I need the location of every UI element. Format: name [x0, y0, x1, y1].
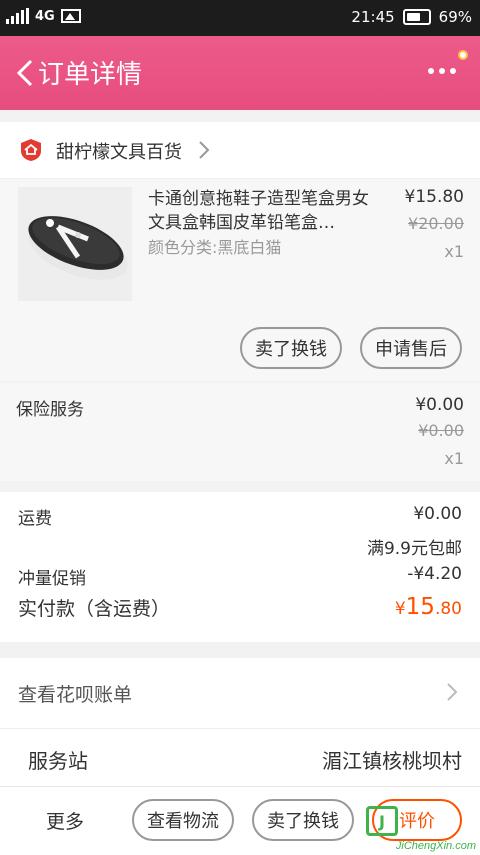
service-station-label: 服务站 — [28, 749, 88, 773]
huabei-bill-row[interactable]: 查看花呗账单 — [0, 658, 480, 728]
product-variant: 颜色分类:黑底白猫 — [148, 238, 282, 257]
huabei-bill-label: 查看花呗账单 — [18, 684, 133, 706]
watermark-text: JiChengXin.com — [395, 840, 476, 852]
total-label: 实付款（含运费） — [18, 598, 171, 620]
service-station-value: 湄江镇核桃坝村 — [322, 749, 462, 773]
battery-percent: 69% — [438, 8, 472, 26]
more-options-icon[interactable] — [428, 68, 456, 74]
shipping-label: 运费 — [18, 509, 52, 529]
order-item[interactable]: 卡通创意拖鞋子造型笔盒男女文具盒韩国皮革铅笔盒… 颜色分类:黑底白猫 ¥15.8… — [0, 179, 480, 381]
shipping-row: 运费 ¥0.00 — [18, 504, 462, 529]
more-button[interactable]: 更多 — [46, 807, 84, 834]
insurance-label: 保险服务 — [16, 400, 84, 420]
status-bar: 4G 21:45 69% — [0, 0, 480, 36]
page-title: 订单详情 — [38, 60, 143, 90]
product-original-price: ¥20.00 — [408, 214, 464, 233]
promo-row: 冲量促销 -¥4.20 — [18, 564, 462, 589]
total-row: 实付款（含运费） ¥15.80 — [18, 594, 462, 621]
watermark: J JiChengXin.com — [366, 806, 480, 854]
promo-label: 冲量促销 — [18, 569, 86, 589]
resell-button-bottom[interactable]: 卖了换钱 — [252, 799, 354, 841]
notification-dot-icon — [458, 50, 468, 60]
product-price: ¥15.80 — [404, 187, 464, 207]
view-logistics-button[interactable]: 查看物流 — [132, 799, 234, 841]
back-arrow-icon[interactable] — [14, 58, 36, 88]
product-title[interactable]: 卡通创意拖鞋子造型笔盒男女文具盒韩国皮革铅笔盒… — [148, 187, 370, 235]
resell-button[interactable]: 卖了换钱 — [240, 327, 342, 369]
insurance-row: 保险服务 ¥0.00 ¥0.00 x1 — [0, 383, 480, 481]
network-type: 4G — [35, 8, 55, 24]
chevron-right-icon — [199, 141, 210, 159]
product-thumbnail[interactable] — [18, 187, 132, 301]
shipping-value: ¥0.00 — [413, 504, 462, 524]
watermark-logo-icon: J — [366, 806, 398, 836]
product-quantity: x1 — [444, 242, 464, 261]
shop-name: 甜柠檬文具百货 — [56, 142, 182, 163]
shop-logo-icon — [21, 139, 41, 161]
promo-value: -¥4.20 — [407, 564, 462, 584]
insurance-price: ¥0.00 — [415, 395, 464, 415]
shipping-note: 满9.9元包邮 — [366, 539, 462, 559]
payment-summary: 运费 ¥0.00 满9.9元包邮 冲量促销 -¥4.20 实付款（含运费） ¥1… — [0, 492, 480, 642]
signal-icon — [6, 8, 29, 24]
battery-icon — [402, 9, 431, 25]
total-value: ¥15.80 — [394, 594, 462, 620]
app-bar: 订单详情 — [0, 36, 480, 110]
insurance-quantity: x1 — [444, 449, 464, 468]
chevron-right-icon — [447, 683, 458, 701]
insurance-original-price: ¥0.00 — [418, 421, 464, 440]
shop-row[interactable]: 甜柠檬文具百货 — [0, 122, 480, 178]
service-station-row: 服务站 湄江镇核桃坝村 — [0, 728, 480, 787]
clock: 21:45 — [351, 8, 395, 26]
image-notification-icon — [60, 9, 81, 23]
after-sales-button[interactable]: 申请售后 — [360, 327, 462, 369]
